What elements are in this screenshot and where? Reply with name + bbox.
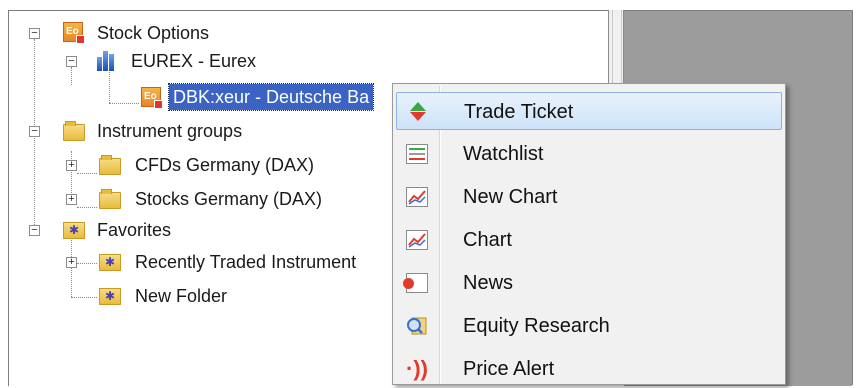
- context-menu: Trade Ticket Watchlist New Chart Chart N…: [392, 83, 786, 385]
- collapse-toggle[interactable]: −: [29, 126, 40, 137]
- equity-research-icon: [406, 316, 428, 336]
- collapse-toggle[interactable]: −: [29, 28, 40, 39]
- tree-connector: [77, 173, 97, 174]
- new-chart-icon: [406, 187, 428, 207]
- menu-item-price-alert[interactable]: ·)) Price Alert: [396, 350, 782, 388]
- tree-node-label: Stock Options: [97, 23, 210, 43]
- watchlist-icon: [406, 144, 428, 164]
- stock-options-icon: Eo: [63, 22, 85, 44]
- tree-node-label: Stocks Germany (DAX): [135, 189, 323, 209]
- favorites-folder-icon: ✱: [99, 254, 121, 271]
- tree-node-label: Instrument groups: [97, 121, 243, 141]
- menu-item-chart[interactable]: Chart: [396, 221, 782, 259]
- expand-toggle[interactable]: +: [66, 257, 77, 268]
- tree-connector: [71, 67, 72, 85]
- menu-item-label: Chart: [463, 229, 512, 251]
- tree-connector: [77, 263, 97, 264]
- tree-node-label: Recently Traded Instrument: [135, 252, 357, 272]
- collapse-toggle[interactable]: −: [29, 225, 40, 236]
- right-edge: [852, 10, 860, 385]
- tree-node-label-selected: DBK:xeur - Deutsche Ba: [167, 83, 375, 111]
- folder-icon: [63, 121, 85, 141]
- tree-node-label: CFDs Germany (DAX): [135, 155, 315, 175]
- menu-item-new-chart[interactable]: New Chart: [396, 178, 782, 216]
- menu-item-label: Equity Research: [463, 315, 610, 337]
- menu-item-equity-research[interactable]: Equity Research: [396, 307, 782, 345]
- tree-connector: [109, 103, 139, 104]
- menu-item-trade-ticket[interactable]: Trade Ticket: [396, 92, 782, 130]
- tree-connector: [109, 69, 110, 103]
- tree-connector: [77, 207, 97, 208]
- menu-item-news[interactable]: News: [396, 264, 782, 302]
- expand-toggle[interactable]: +: [66, 160, 77, 171]
- expand-toggle[interactable]: +: [66, 194, 77, 205]
- exchange-icon: [97, 51, 119, 71]
- tree-node-label: Favorites: [97, 220, 172, 240]
- app-window: − Eo Stock Options − EUREX - Eurex Eo DB…: [0, 0, 860, 386]
- menu-item-watchlist[interactable]: Watchlist: [396, 135, 782, 173]
- menu-item-label: News: [463, 272, 514, 294]
- tree-connector: [71, 297, 97, 298]
- news-icon: [403, 273, 428, 293]
- folder-icon: [99, 155, 121, 175]
- folder-icon: [99, 189, 121, 209]
- price-alert-icon: ·)): [406, 356, 428, 381]
- favorites-folder-icon: ✱: [63, 222, 85, 239]
- tree-node-label: New Folder: [135, 286, 228, 306]
- tree-node-label: EUREX - Eurex: [131, 51, 257, 71]
- chart-icon: [406, 230, 428, 250]
- collapse-toggle[interactable]: −: [66, 56, 77, 67]
- menu-item-label: Price Alert: [463, 358, 555, 380]
- favorites-folder-icon: ✱: [99, 288, 121, 305]
- menu-item-label: Trade Ticket: [464, 101, 574, 123]
- stock-option-icon: Eo: [141, 87, 163, 109]
- menu-item-label: New Chart: [463, 186, 558, 208]
- trade-ticket-icon: [407, 102, 429, 122]
- menu-item-label: Watchlist: [463, 143, 544, 165]
